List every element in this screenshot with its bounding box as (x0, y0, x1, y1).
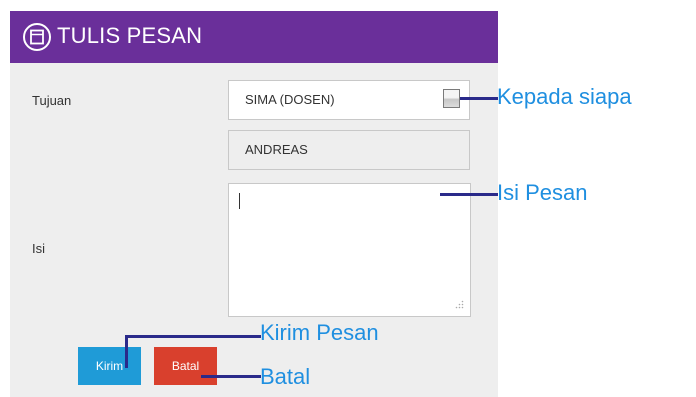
window-icon (23, 23, 51, 51)
dropdown-icon[interactable] (443, 89, 460, 108)
annotation-line-isi (440, 193, 498, 196)
batal-button[interactable]: Batal (154, 347, 217, 385)
annotation-line-kirim-h (125, 335, 261, 338)
annotation-line-batal (201, 375, 261, 378)
recipient-type-select[interactable]: SIMA (DOSEN) (228, 80, 470, 120)
annotation-line-kepada (460, 97, 498, 100)
annotation-isi-pesan: Isi Pesan (497, 180, 588, 205)
annotation-line-kirim-v (125, 335, 128, 368)
tujuan-label: Tujuan (32, 93, 72, 108)
recipient-name-field[interactable]: ANDREAS (228, 130, 470, 170)
annotation-batal: Batal (260, 364, 311, 389)
message-textarea[interactable] (228, 183, 471, 317)
annotation-kirim-pesan: Kirim Pesan (260, 320, 379, 345)
resize-grip-icon[interactable] (454, 300, 464, 310)
page-title: TULIS PESAN (57, 23, 203, 48)
kirim-button[interactable]: Kirim (78, 347, 141, 385)
text-caret (239, 193, 240, 209)
isi-label: Isi (32, 241, 45, 256)
annotation-kepada-siapa: Kepada siapa (497, 84, 632, 109)
